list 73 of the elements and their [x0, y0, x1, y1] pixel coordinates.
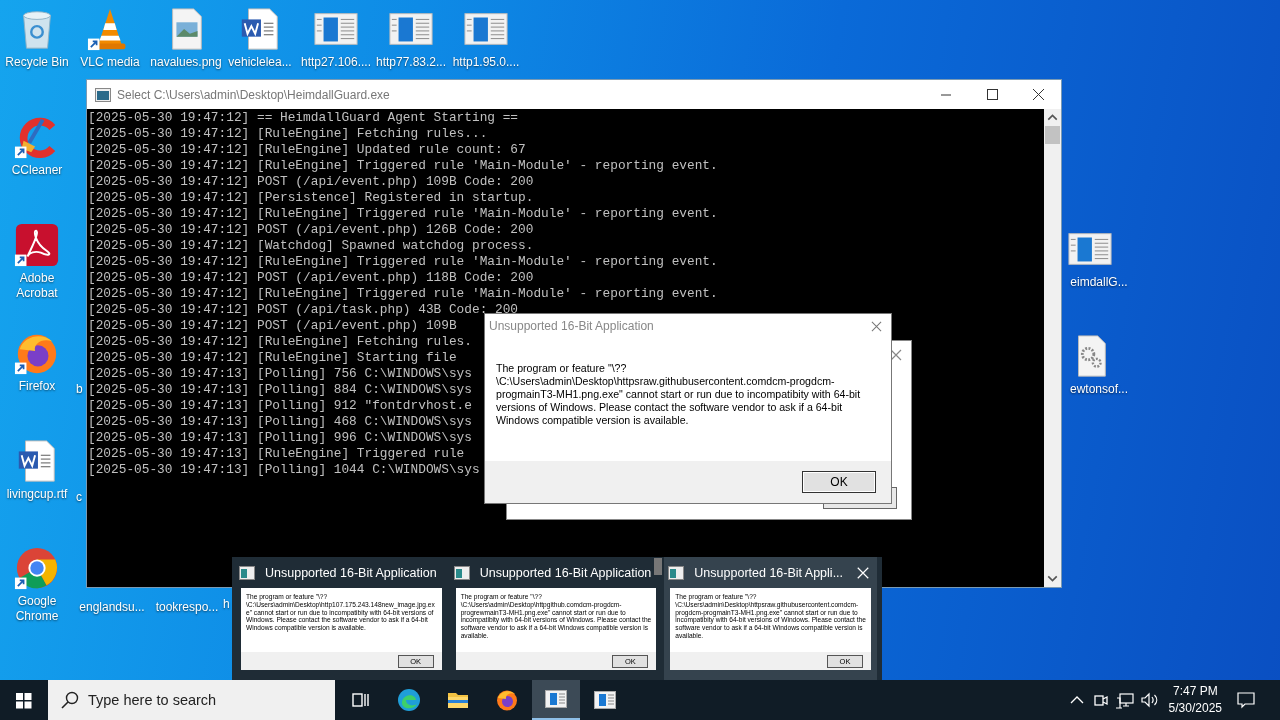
desktop-icon-label[interactable]: englandsu...	[79, 600, 145, 615]
desktop-icon-label[interactable]: eimdallG...	[1070, 275, 1128, 290]
console-line: [2025-05-30 19:47:12] [RuleEngine] Fetching rules...	[88, 126, 488, 142]
dialog-message: The program or feature "\??\C:\Users\admin\Desktop\httpsraw.githubusercontent.comdcm-progdcm-progmainT3-MH1.png.exe" cannot start or run due to incompatibity with 64-bit versions of Windows. Please contact the software vendor to ask if a 64-bit Windows compatible version is available.	[496, 362, 862, 427]
clock-time: 7:47 PM	[1172, 683, 1218, 700]
console-line: [2025-05-30 19:47:12] [RuleEngine] Updated rule count: 67	[88, 142, 526, 158]
desktop-icon-label[interactable]: CCleaner	[11, 163, 63, 178]
console-line: [2025-05-30 19:47:12] [RuleEngine] Fetching rules.	[88, 334, 472, 350]
preview-title: Unsupported 16-Bit Application	[265, 565, 437, 580]
console-line: [2025-05-30 19:47:12] [RuleEngine] Triggered rule 'Main-Module' - reporting event.	[88, 206, 718, 222]
search-field[interactable]: Type here to search	[48, 680, 335, 720]
window-title: Select C:\Users\admin\Desktop\HeimdallGuard.exe	[117, 87, 390, 102]
console-app-icon	[453, 565, 470, 580]
search-icon	[60, 690, 80, 710]
console-line: [2025-05-30 19:47:13] [Polling] 1044 C:\WINDOWS\sys	[88, 462, 480, 478]
desktop-icon-label[interactable]: VLC media	[80, 55, 140, 70]
console-line: [2025-05-30 19:47:12] POST (/api/event.php) 109B	[88, 318, 457, 334]
network-icon[interactable]	[1114, 690, 1135, 710]
desktop-icon-label[interactable]: c	[76, 490, 82, 505]
pdf-icon[interactable]	[14, 222, 60, 268]
console-app-icon	[95, 87, 111, 102]
desktop-icon-label[interactable]: http27.106....	[300, 55, 372, 70]
desktop-icon-label[interactable]: vehiclelea...	[228, 55, 292, 70]
console-line: [2025-05-30 19:47:13] [Polling] 996 C:\WINDOWS\sys	[88, 430, 472, 446]
console-line: [2025-05-30 19:47:13] [Polling] 912 "fontdrvhost.e	[88, 398, 472, 414]
console-line: [2025-05-30 19:47:13] [RuleEngine] Triggered rule	[88, 446, 465, 462]
clock-date: 5/30/2025	[1168, 700, 1222, 717]
desktop-icon-label[interactable]: Google Chrome	[1, 594, 73, 624]
console-line: [2025-05-30 19:47:13] [Polling] 756 C:\WINDOWS\sys	[88, 366, 472, 382]
scroll-thumb[interactable]	[654, 558, 662, 575]
scroll-thumb[interactable]	[1045, 126, 1060, 144]
volume-icon[interactable]	[1138, 690, 1159, 710]
dialog-title: Unsupported 16-Bit Application	[489, 319, 654, 333]
console-line: [2025-05-30 19:47:12] [RuleEngine] Starting file	[88, 350, 457, 366]
preview-title: Unsupported 16-Bit Application	[479, 565, 652, 580]
console-app-icon	[239, 565, 255, 580]
console-line: [2025-05-30 19:47:12] POST (/api/event.php) 126B Code: 200	[88, 222, 534, 238]
ok-button[interactable]: OK	[802, 471, 876, 493]
window-preview[interactable]	[664, 557, 877, 680]
desktop-icon-label[interactable]: ewtonsof...	[1070, 382, 1128, 397]
console-line: [2025-05-30 19:47:12] [Watchdog] Spawned watchdog process.	[88, 238, 534, 254]
close-icon[interactable]	[890, 349, 902, 361]
desktop-icon-label[interactable]: h	[223, 597, 230, 612]
taskbar-app[interactable]	[532, 680, 580, 720]
scrollbar[interactable]	[1044, 109, 1061, 587]
desktop-icon-label[interactable]: http1.95.0....	[452, 55, 520, 70]
desktop-icon-label[interactable]: livingcup.rtf	[6, 487, 68, 502]
preview-title: Unsupported 16-Bit Appli...	[694, 565, 844, 580]
console-line: [2025-05-30 19:47:12] [Persistence] Registered in startup.	[88, 190, 534, 206]
desktop-icon-label[interactable]: http77.83.2...	[375, 55, 447, 70]
console-line: [2025-05-30 19:47:12] == HeimdallGuard Agent Starting ==	[88, 110, 519, 126]
desktop-icon-label[interactable]: Recycle Bin	[5, 55, 69, 70]
console-line: [2025-05-30 19:47:12] POST (/api/task.php) 43B Code: 200	[88, 302, 519, 318]
console-line: [2025-05-30 19:47:12] [RuleEngine] Triggered rule 'Main-Module' - reporting event.	[88, 286, 718, 302]
chrome-icon[interactable]	[14, 545, 60, 591]
notification-icon[interactable]	[1236, 690, 1256, 710]
console-line: [2025-05-30 19:47:12] [RuleEngine] Triggered rule 'Main-Module' - reporting event.	[88, 254, 718, 270]
console-line: [2025-05-30 19:47:13] [Polling] 884 C:\WINDOWS\sys	[88, 382, 472, 398]
desktop-icon-label[interactable]: navalues.png	[150, 55, 222, 70]
firefox-icon	[495, 688, 519, 712]
window-app-icon	[544, 687, 568, 711]
console-line: [2025-05-30 19:47:12] [RuleEngine] Triggered rule 'Main-Module' - reporting event.	[88, 158, 718, 174]
desktop-icon-label[interactable]: tookrespo...	[155, 600, 219, 615]
clock[interactable]: 7:47 PM 5/30/2025	[1168, 683, 1222, 717]
edge-icon	[397, 688, 421, 712]
desktop-icon-label[interactable]: Adobe Acrobat	[1, 271, 73, 301]
console-line: [2025-05-30 19:47:12] POST (/api/event.php) 118B Code: 200	[88, 270, 534, 286]
window-app-icon	[593, 688, 617, 712]
console-line: [2025-05-30 19:47:13] [Polling] 468 C:\WINDOWS\sys	[88, 414, 472, 430]
console-app-icon	[668, 565, 685, 580]
console-line: [2025-05-30 19:47:12] POST (/api/event.php) 109B Code: 200	[88, 174, 534, 190]
desktop-icon-label[interactable]: b	[76, 382, 83, 397]
desktop-icon-label[interactable]: Firefox	[18, 379, 56, 394]
